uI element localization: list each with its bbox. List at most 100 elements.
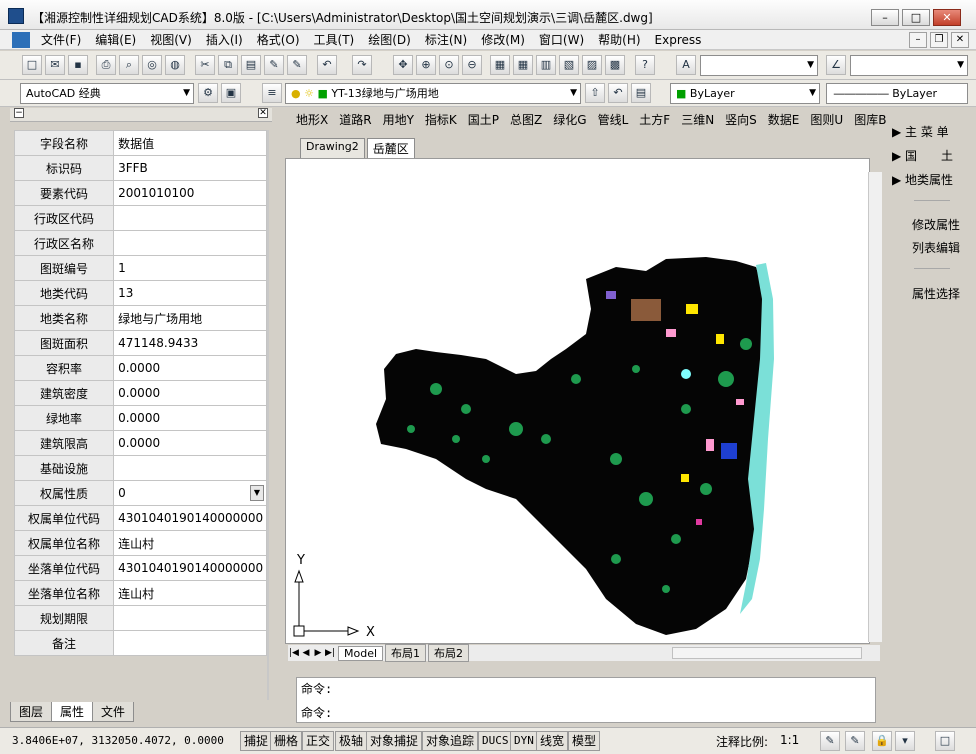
panel-close-icon[interactable]: ✕ xyxy=(258,108,268,118)
layer-states-icon[interactable]: ▤ xyxy=(631,83,651,103)
property-value[interactable]: 1 xyxy=(113,255,267,281)
cut-icon[interactable]: ✂ xyxy=(195,55,215,75)
chevron-down-icon[interactable]: ▼ xyxy=(250,485,264,501)
property-value[interactable] xyxy=(113,605,267,631)
zoom-realtime-icon[interactable]: ⊕ xyxy=(416,55,436,75)
annotation-visibility-icon[interactable]: ✎ xyxy=(820,731,840,751)
menu-item[interactable]: 插入(I) xyxy=(199,32,250,48)
status-toggle-1[interactable]: 栅格 xyxy=(270,731,303,751)
property-value[interactable]: 绿地与广场用地 xyxy=(113,305,267,331)
modify-attr-item[interactable]: 修改属性 xyxy=(912,216,960,233)
panel-scrollbar[interactable] xyxy=(267,130,269,700)
canvas-vertical-scrollbar[interactable] xyxy=(868,172,882,642)
menu-item[interactable]: 文件(F) xyxy=(34,32,88,48)
main-menu-item[interactable]: ▶ 主 菜 单 xyxy=(892,123,949,140)
table-row[interactable]: 建筑限高 0.0000 xyxy=(13,430,267,456)
list-edit-item[interactable]: 列表编辑 xyxy=(912,239,960,256)
category-menu-item[interactable]: 图库B xyxy=(854,109,886,133)
table-row[interactable]: 规划期限 xyxy=(13,605,267,631)
new-file-icon[interactable]: □ xyxy=(22,55,42,75)
table-row[interactable]: 地类代码 13 xyxy=(13,280,267,306)
land-menu-item[interactable]: ▶ 国 土 xyxy=(892,147,953,164)
tab-drawing2[interactable]: Drawing2 xyxy=(300,138,365,158)
sheet-set-icon[interactable]: ▧ xyxy=(559,55,579,75)
zoom-window-icon[interactable]: ⊙ xyxy=(439,55,459,75)
make-current-icon[interactable]: ⇧ xyxy=(585,83,605,103)
dim-style-dropdown[interactable]: ▼ xyxy=(850,55,968,76)
category-menu-item[interactable]: 三维N xyxy=(681,109,714,133)
property-value[interactable]: 0 ▼ xyxy=(113,480,267,506)
status-toggle-5[interactable]: 对象追踪 xyxy=(422,731,479,751)
status-toggle-2[interactable]: 正交 xyxy=(302,731,335,751)
property-value[interactable] xyxy=(113,630,267,656)
category-menu-item[interactable]: 竖向S xyxy=(725,109,757,133)
property-value[interactable]: 3FFB xyxy=(113,155,267,181)
status-toggle-6[interactable]: DUCS xyxy=(478,731,513,751)
undo-icon[interactable]: ↶ xyxy=(317,55,337,75)
attr-select-item[interactable]: 属性选择 xyxy=(912,285,960,302)
tool-palettes-icon[interactable]: ▥ xyxy=(536,55,556,75)
calculator-icon[interactable]: ▩ xyxy=(605,55,625,75)
pan-icon[interactable]: ✥ xyxy=(393,55,413,75)
property-value[interactable]: 0.0000 xyxy=(113,405,267,431)
category-menu-item[interactable]: 总图Z xyxy=(510,109,542,133)
menu-item[interactable]: Express xyxy=(648,32,709,48)
property-value[interactable]: 连山村 xyxy=(113,530,267,556)
command-prompt[interactable]: 命令: xyxy=(301,704,332,721)
category-menu-item[interactable]: 绿化G xyxy=(553,109,586,133)
tab-model[interactable]: Model xyxy=(338,645,384,661)
landclass-attr-item[interactable]: ▶ 地类属性 xyxy=(892,171,953,188)
menu-item[interactable]: 窗口(W) xyxy=(532,32,591,48)
save-icon[interactable]: ▪ xyxy=(68,55,88,75)
table-row[interactable]: 行政区名称 xyxy=(13,230,267,256)
tray-settings-icon[interactable]: ▾ xyxy=(895,731,915,751)
property-value[interactable]: 13 xyxy=(113,280,267,306)
property-value[interactable]: 430104019014000000​0 xyxy=(113,505,267,531)
lock-icon[interactable]: 🔒 xyxy=(872,731,892,751)
plot-icon[interactable]: ◍ xyxy=(165,55,185,75)
property-value[interactable] xyxy=(113,230,267,256)
tab-layout2[interactable]: 布局2 xyxy=(428,644,470,662)
tab-files[interactable]: 文件 xyxy=(92,702,135,722)
menu-item[interactable]: 标注(N) xyxy=(418,32,474,48)
table-row[interactable]: 坐落单位名称 连山村 xyxy=(13,580,267,606)
prev-tab-icon[interactable]: ◀ xyxy=(300,648,312,658)
markup-icon[interactable]: ▨ xyxy=(582,55,602,75)
zoom-previous-icon[interactable]: ⊖ xyxy=(462,55,482,75)
property-value[interactable]: 0.0000 xyxy=(113,355,267,381)
first-tab-icon[interactable]: |◀ xyxy=(288,648,300,658)
help-icon[interactable]: ? xyxy=(635,55,655,75)
property-value[interactable]: 连山村 xyxy=(113,580,267,606)
tab-properties[interactable]: 属性 xyxy=(51,702,94,722)
table-row[interactable]: 图斑面积 471148.9433 xyxy=(13,330,267,356)
property-value[interactable]: 471148.9433 xyxy=(113,330,267,356)
table-row[interactable]: 权属性质 0 ▼ xyxy=(13,480,267,506)
table-row[interactable]: 行政区代码 xyxy=(13,205,267,231)
properties-icon[interactable]: ▦ xyxy=(490,55,510,75)
tab-yuelu[interactable]: 岳麓区 xyxy=(366,138,415,158)
close-button[interactable]: ✕ xyxy=(933,9,961,26)
category-menu-item[interactable]: 国土P xyxy=(468,109,499,133)
workspace-save-icon[interactable]: ▣ xyxy=(221,83,241,103)
print-icon[interactable]: ⎙ xyxy=(96,55,116,75)
status-toggle-0[interactable]: 捕捉 xyxy=(240,731,273,751)
tab-layers[interactable]: 图层 xyxy=(10,702,53,722)
property-value[interactable]: 2001010100 xyxy=(113,180,267,206)
clean-screen-icon[interactable]: □ xyxy=(935,731,955,751)
menu-item[interactable]: 视图(V) xyxy=(143,32,199,48)
drawing-canvas[interactable]: Y X xyxy=(285,158,870,644)
print-preview-icon[interactable]: ⌕ xyxy=(119,55,139,75)
property-value[interactable]: 0.0000 xyxy=(113,380,267,406)
workspace-settings-icon[interactable]: ⚙ xyxy=(198,83,218,103)
property-value[interactable]: 430104019014000000​0 xyxy=(113,555,267,581)
layer-manager-icon[interactable]: ≡ xyxy=(262,83,282,103)
command-window[interactable]: 命令: 命令: xyxy=(296,677,876,723)
next-tab-icon[interactable]: ▶ xyxy=(312,648,324,658)
status-toggle-4[interactable]: 对象捕捉 xyxy=(366,731,423,751)
category-menu-item[interactable]: 道路R xyxy=(339,109,371,133)
text-style-icon[interactable]: A xyxy=(676,55,696,75)
category-menu-item[interactable]: 数据E xyxy=(768,109,800,133)
category-menu-item[interactable]: 图则U xyxy=(810,109,843,133)
annotation-scale-value[interactable]: 1:1 xyxy=(780,733,799,747)
color-dropdown[interactable]: ■ ByLayer ▼ xyxy=(670,83,820,104)
